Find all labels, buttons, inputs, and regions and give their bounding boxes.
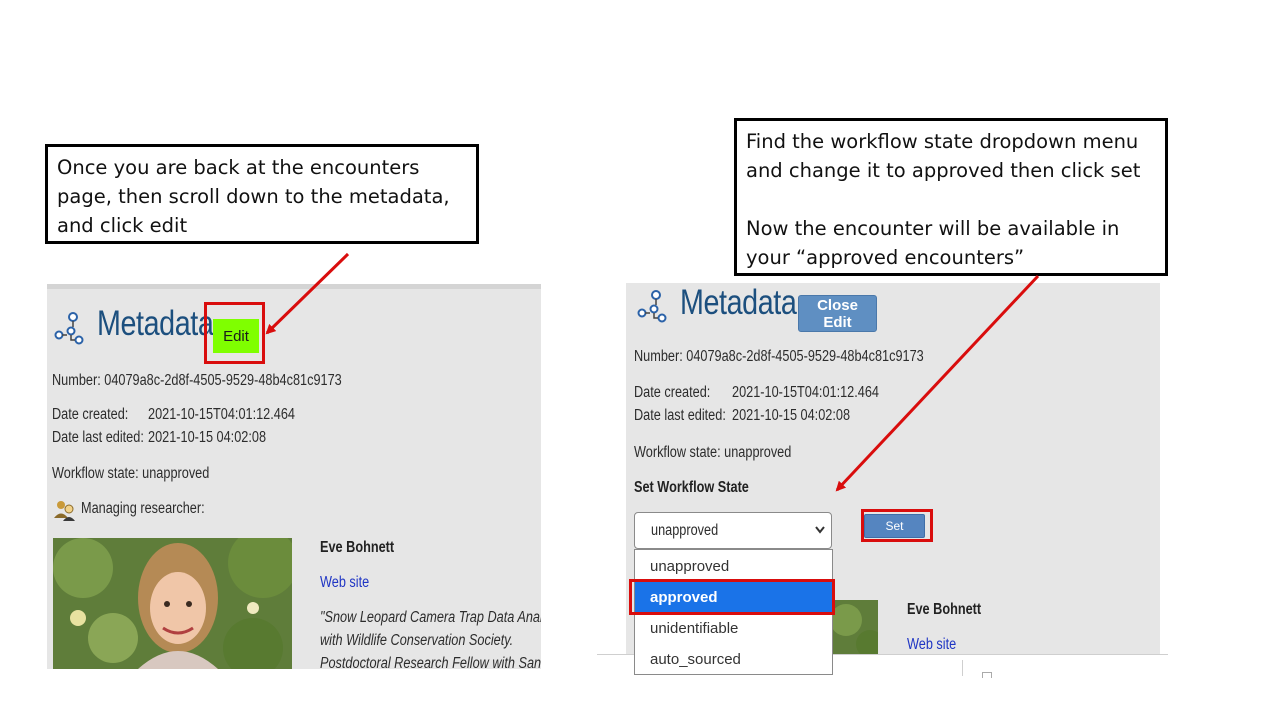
arrow-to-workflow (835, 274, 1040, 492)
arrow-to-edit (265, 252, 350, 335)
annotation-arrows (265, 252, 1040, 492)
